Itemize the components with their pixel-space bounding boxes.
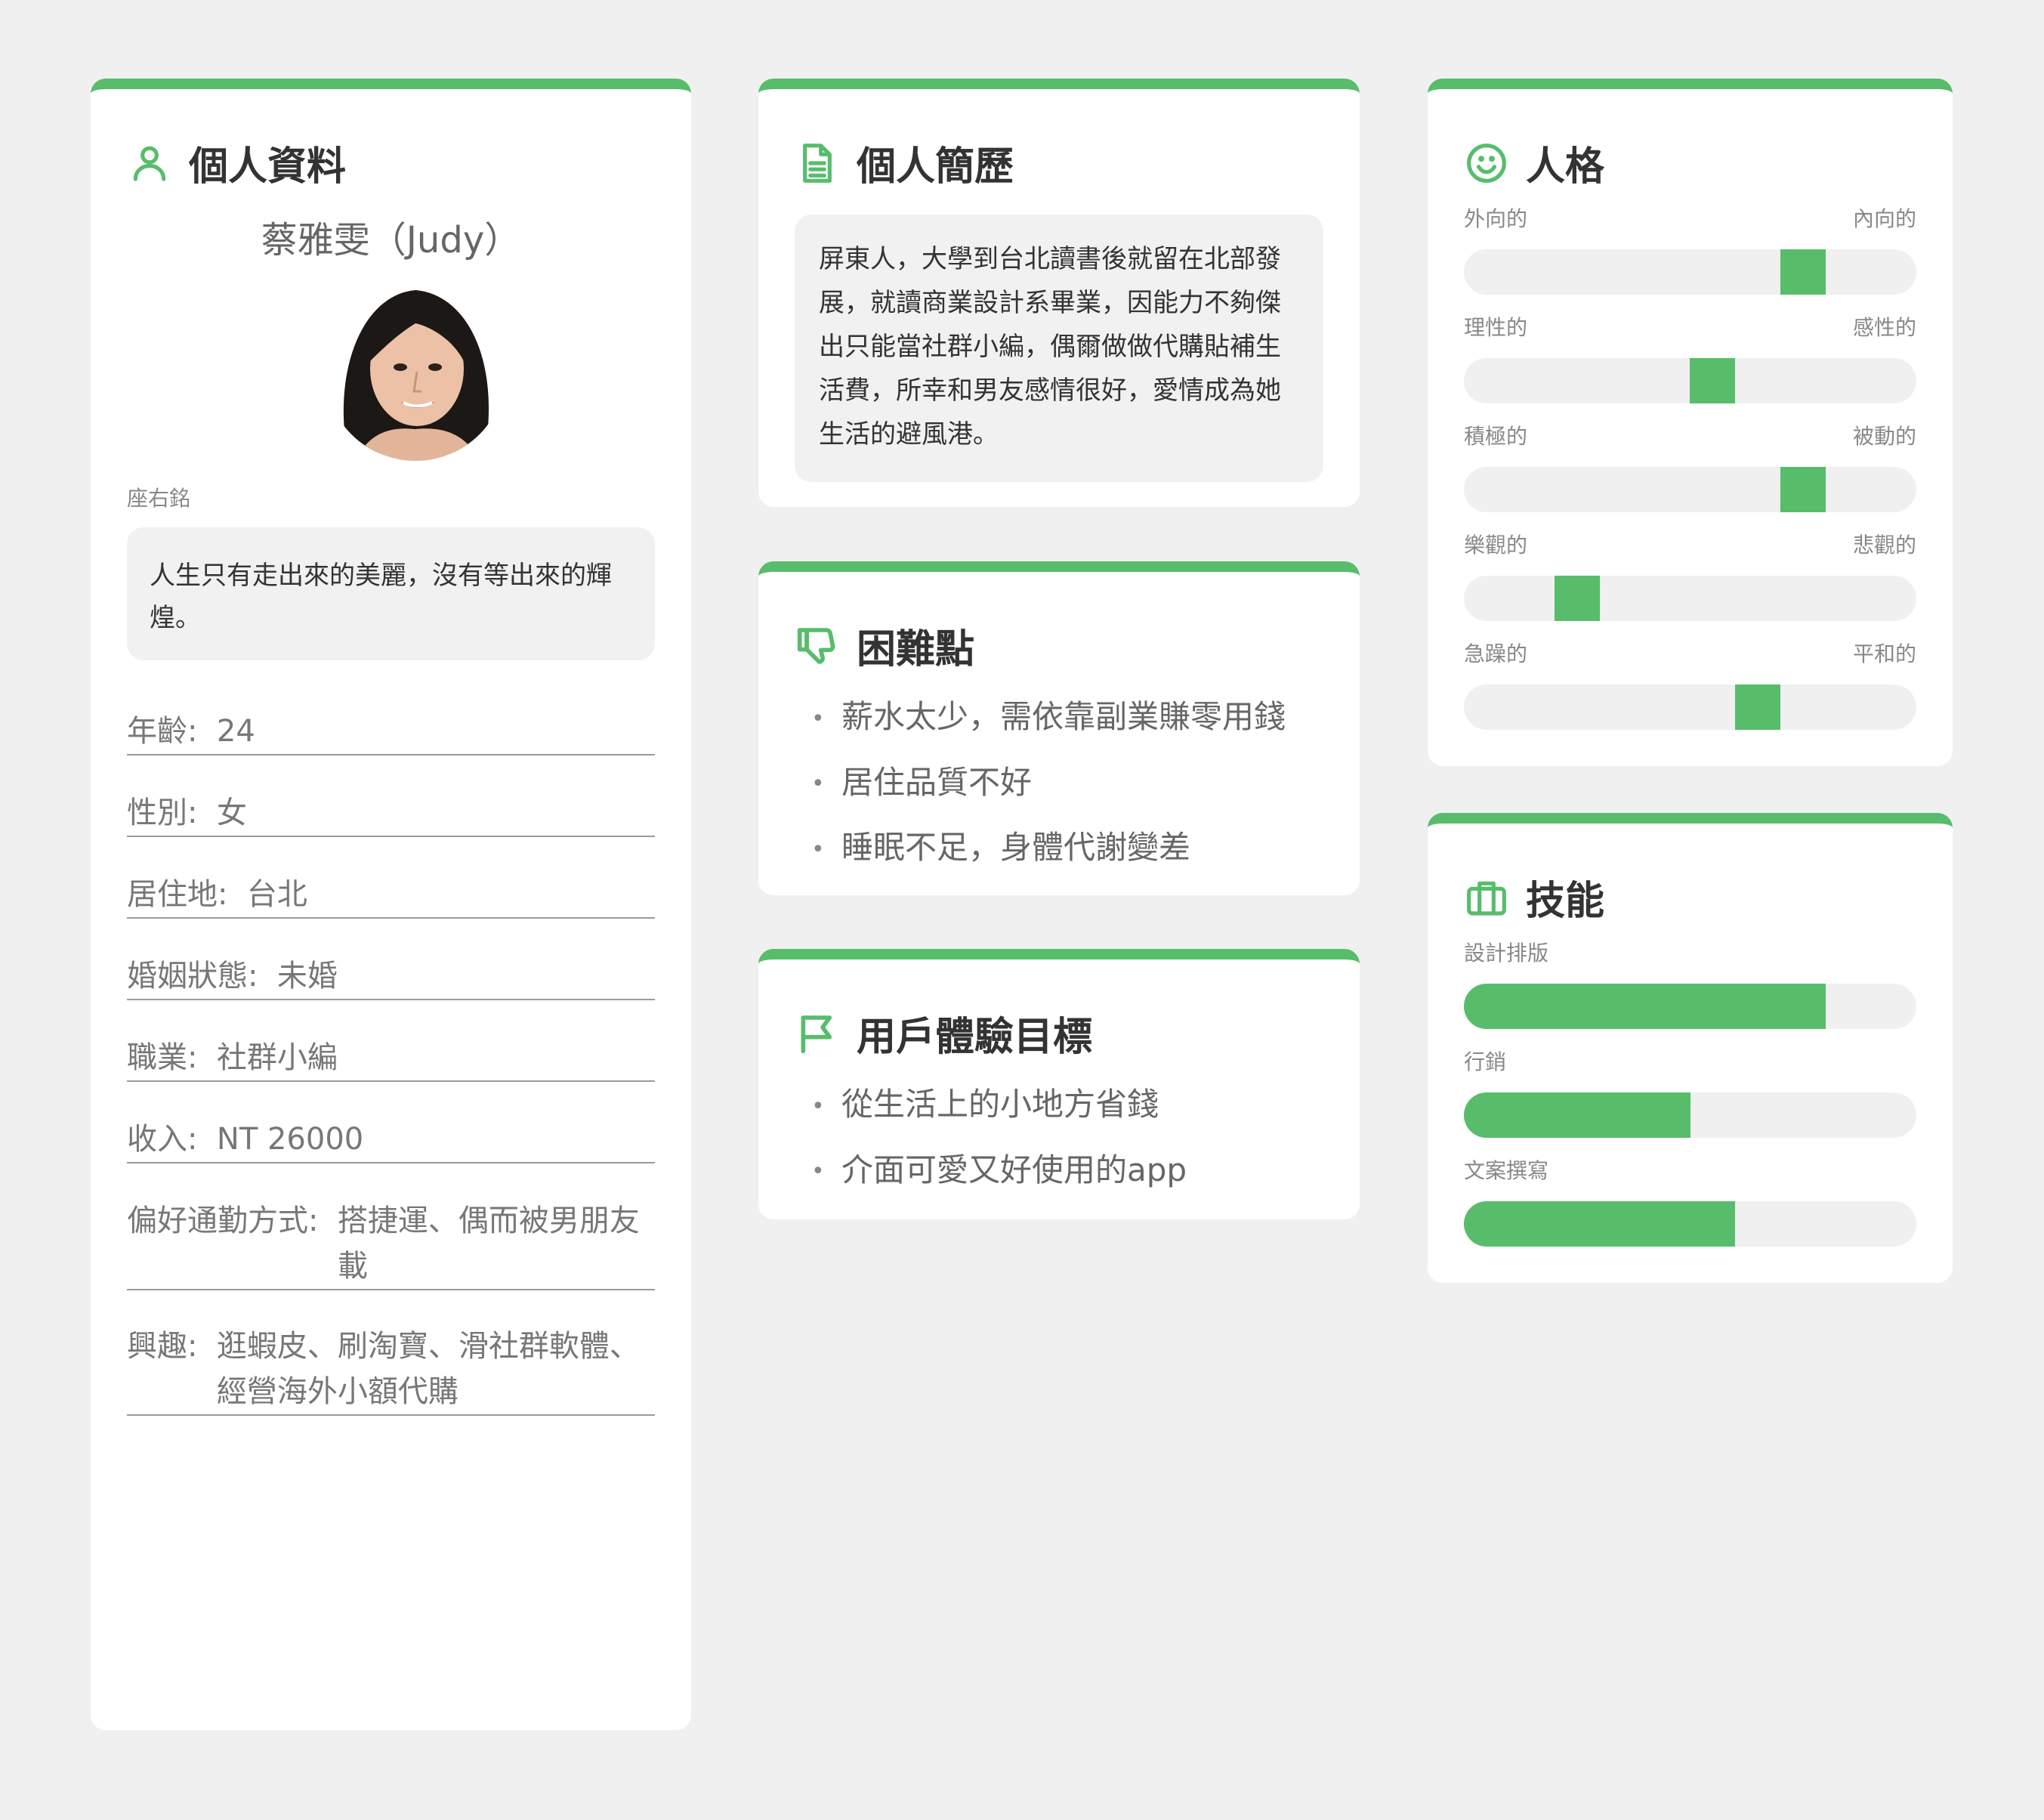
skill-label: 設計排版 <box>1464 941 1549 966</box>
document-icon <box>803 143 832 183</box>
trait-slider <box>1464 467 1916 512</box>
trait-right-label: 內向的 <box>1852 206 1916 231</box>
trait-right-label: 感性的 <box>1852 315 1916 340</box>
profile-card: 個人資料 蔡雅雯（Judy） 座右銘 人生只有走出來的美麗，沒有等出來的輝煌。 … <box>91 79 691 1730</box>
skill-label: 行銷 <box>1464 1049 1507 1074</box>
personality-heading: 人格 <box>1465 134 1604 191</box>
field-marital-status: 婚姻狀態: 未婚 <box>127 953 655 1000</box>
list-item: 居住品質不好 <box>811 751 1286 817</box>
list-item: 介面可愛又好使用的app <box>811 1139 1187 1204</box>
field-occupation: 職業: 社群小編 <box>127 1035 655 1082</box>
field-value: 未婚 <box>276 959 338 993</box>
list-item: 薪水太少，需依靠副業賺零用錢 <box>811 685 1286 751</box>
field-key: 年齡 <box>127 714 187 749</box>
skill-bar <box>1464 984 1916 1029</box>
field-income: 收入: NT 26000 <box>127 1117 655 1163</box>
list-item: 睡眠不足，身體代謝變差 <box>811 816 1286 882</box>
resume-text: 屏東人，大學到台北讀書後就留在北部發展，就讀商業設計系畢業，因能力不夠傑出只能當… <box>795 215 1323 482</box>
trait-row: 急躁的 平和的 <box>1464 638 1916 730</box>
field-key: 職業 <box>127 1040 187 1075</box>
motto-text: 人生只有走出來的美麗，沒有等出來的輝煌。 <box>127 527 655 660</box>
trait-left-label: 急躁的 <box>1464 641 1528 666</box>
list-item: 從生活上的小地方省錢 <box>811 1073 1187 1139</box>
trait-row: 外向的 內向的 <box>1464 202 1916 295</box>
trait-row: 積極的 被動的 <box>1464 420 1916 512</box>
field-value: 社群小編 <box>216 1040 338 1075</box>
motto-label: 座右銘 <box>127 486 191 511</box>
field-value: 搭捷運、偶而被男朋友載 <box>337 1204 640 1284</box>
skill-bar <box>1464 1201 1916 1247</box>
trait-right-label: 平和的 <box>1852 641 1916 666</box>
skill-label: 文案撰寫 <box>1464 1158 1549 1183</box>
trait-left-label: 積極的 <box>1464 424 1528 449</box>
flag-icon <box>801 1015 832 1053</box>
field-gender: 性別: 女 <box>127 790 655 837</box>
trait-slider <box>1464 684 1916 730</box>
skill-fill <box>1464 1092 1690 1138</box>
trait-left-label: 理性的 <box>1464 315 1528 340</box>
user-icon <box>133 146 166 181</box>
thumbs-down-icon <box>797 627 835 664</box>
field-residence: 居住地: 台北 <box>127 872 655 919</box>
trait-slider <box>1464 249 1916 295</box>
profile-title: 個人資料 <box>189 144 347 190</box>
pain-points-list: 薪水太少，需依靠副業賺零用錢 居住品質不好 睡眠不足，身體代謝變差 <box>811 685 1286 882</box>
field-key: 興趣 <box>127 1329 187 1364</box>
trait-left-label: 外向的 <box>1464 206 1528 231</box>
pain-points-card: 困難點 薪水太少，需依靠副業賺零用錢 居住品質不好 睡眠不足，身體代謝變差 <box>758 561 1360 895</box>
field-interests: 興趣: 逛蝦皮、刷淘寶、滑社群軟體、經營海外小額代購 <box>127 1324 655 1416</box>
ux-goals-list: 從生活上的小地方省錢 介面可愛又好使用的app <box>811 1073 1187 1204</box>
resume-title: 個人簡歷 <box>857 144 1014 190</box>
skill-row: 文案撰寫 <box>1464 1154 1916 1247</box>
trait-row: 樂觀的 悲觀的 <box>1464 529 1916 621</box>
skill-row: 行銷 <box>1464 1046 1916 1138</box>
trait-slider <box>1464 576 1916 621</box>
skills-heading: 技能 <box>1465 869 1604 925</box>
field-key: 婚姻狀態 <box>127 959 248 993</box>
avatar <box>325 280 506 461</box>
trait-marker <box>1780 249 1826 295</box>
skill-fill <box>1464 1201 1736 1247</box>
skills-title: 技能 <box>1526 879 1605 924</box>
resume-heading: 個人簡歷 <box>796 134 1014 191</box>
resume-card: 個人簡歷 屏東人，大學到台北讀書後就留在北部發展，就讀商業設計系畢業，因能力不夠… <box>758 79 1360 507</box>
field-key: 偏好通勤方式 <box>127 1204 308 1238</box>
field-age: 年齡: 24 <box>127 709 655 756</box>
ux-goals-title: 用戶體驗目標 <box>857 1015 1093 1060</box>
ux-goals-heading: 用戶體驗目標 <box>796 1005 1092 1061</box>
trait-marker <box>1690 358 1735 403</box>
smiley-icon <box>1467 143 1506 183</box>
field-value: 逛蝦皮、刷淘寶、滑社群軟體、經營海外小額代購 <box>216 1329 640 1409</box>
field-value: NT 26000 <box>216 1122 364 1157</box>
trait-row: 理性的 感性的 <box>1464 311 1916 403</box>
skill-bar <box>1464 1092 1916 1138</box>
briefcase-icon <box>1467 881 1506 916</box>
skill-fill <box>1464 984 1826 1029</box>
field-value: 台北 <box>246 877 307 912</box>
personality-title: 人格 <box>1526 144 1605 190</box>
person-name: 蔡雅雯（Judy） <box>261 219 521 261</box>
trait-marker <box>1735 684 1780 730</box>
profile-heading: 個人資料 <box>128 134 346 191</box>
trait-slider <box>1464 358 1916 403</box>
field-key: 收入 <box>127 1122 187 1157</box>
skill-row: 設計排版 <box>1464 937 1916 1029</box>
trait-marker <box>1555 576 1600 621</box>
trait-left-label: 樂觀的 <box>1464 533 1528 558</box>
field-key: 性別 <box>127 796 187 830</box>
trait-right-label: 悲觀的 <box>1852 533 1916 558</box>
pain-points-heading: 困難點 <box>796 617 974 674</box>
personality-card: 人格 外向的 內向的 理性的 感性的 積極的 被動的 樂觀的 悲觀的 急躁的 平和的 <box>1428 79 1953 766</box>
skills-card: 技能 設計排版 行銷 文案撰寫 <box>1428 813 1953 1283</box>
ux-goals-card: 用戶體驗目標 從生活上的小地方省錢 介面可愛又好使用的app <box>758 949 1360 1219</box>
field-key: 居住地 <box>127 877 218 912</box>
field-commute: 偏好通勤方式: 搭捷運、偶而被男朋友載 <box>127 1198 655 1290</box>
field-value: 女 <box>216 796 247 830</box>
pain-points-title: 困難點 <box>857 627 975 672</box>
trait-right-label: 被動的 <box>1852 424 1916 449</box>
field-value: 24 <box>216 714 255 749</box>
trait-marker <box>1780 467 1826 512</box>
